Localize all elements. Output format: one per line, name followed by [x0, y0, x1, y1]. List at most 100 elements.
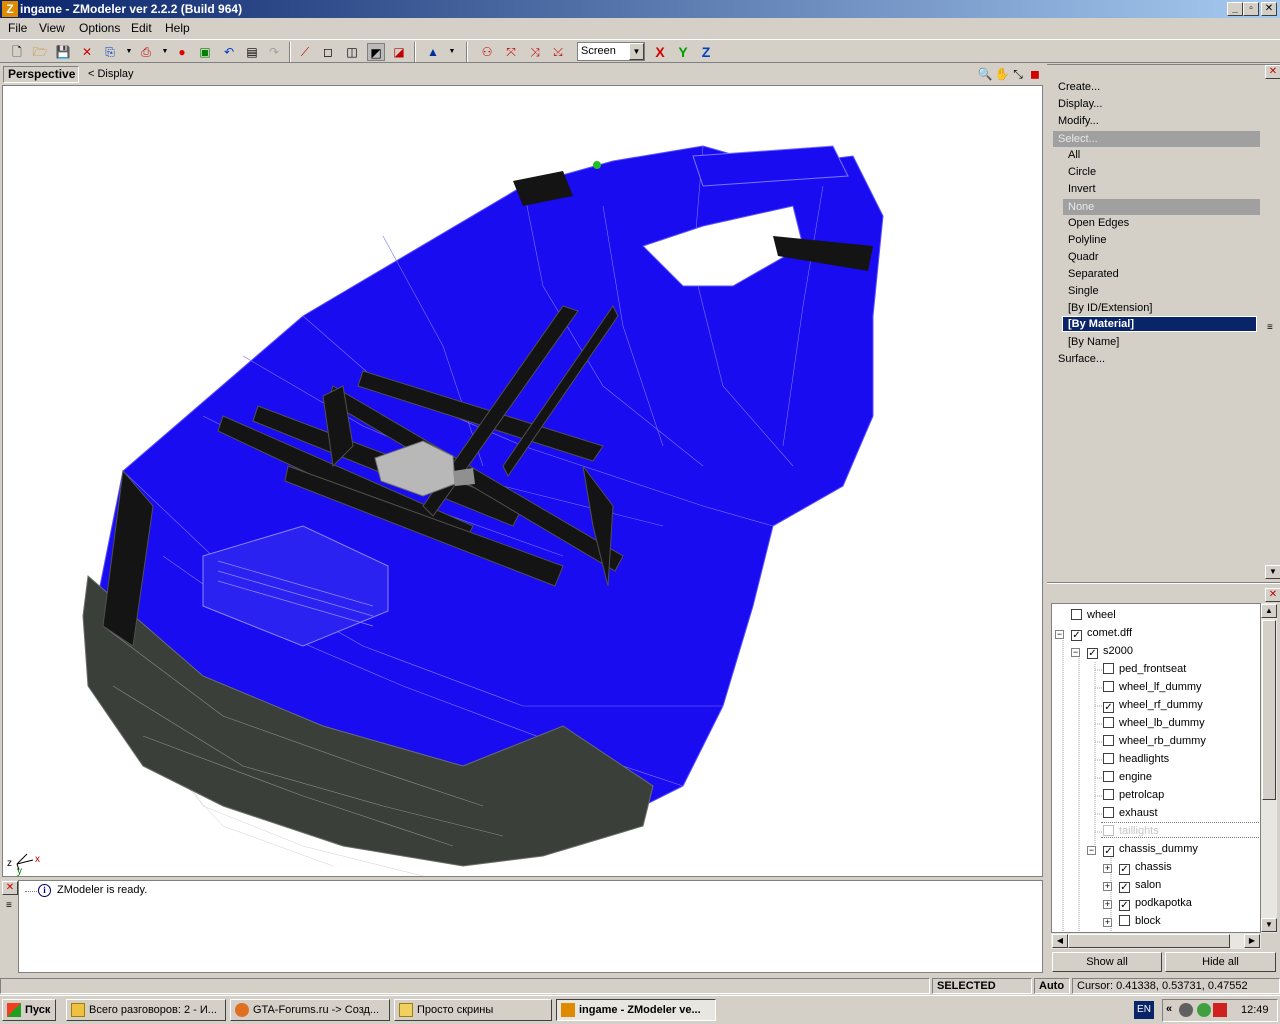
- select-by-material[interactable]: [By Material]: [1062, 316, 1257, 332]
- select-by-id[interactable]: [By ID/Extension]: [1068, 302, 1152, 314]
- properties-icon[interactable]: ▤: [243, 43, 261, 61]
- select-separated[interactable]: Separated: [1068, 268, 1119, 280]
- collapse-icon[interactable]: −: [1055, 630, 1064, 639]
- node-checkbox[interactable]: ✓: [1119, 864, 1130, 875]
- zmodeler-app-icon[interactable]: Z: [2, 1, 18, 17]
- log-grip-icon[interactable]: ≡: [6, 900, 12, 911]
- tree-hscroll-thumb[interactable]: [1068, 934, 1230, 948]
- open-folder-icon[interactable]: 🗁: [31, 43, 49, 61]
- panel-splitter[interactable]: [1047, 582, 1280, 584]
- task-chat[interactable]: Всего разговоров: 2 - И...: [66, 999, 226, 1021]
- node-checkbox[interactable]: [1103, 789, 1114, 800]
- menu-help[interactable]: Help: [165, 21, 190, 35]
- log-close-icon[interactable]: ✕: [2, 881, 18, 895]
- expand-icon[interactable]: +: [1103, 864, 1112, 873]
- snapshot-icon[interactable]: ▣: [196, 43, 214, 61]
- network-icon[interactable]: [1179, 1003, 1193, 1017]
- tree-scroll-left-icon[interactable]: ◀: [1052, 934, 1068, 948]
- axis-x-button[interactable]: X: [651, 43, 669, 61]
- import-dropdown-icon[interactable]: ▼: [120, 43, 138, 61]
- tree-scroll-thumb[interactable]: [1262, 620, 1276, 800]
- node-checkbox[interactable]: [1103, 717, 1114, 728]
- show-all-button[interactable]: Show all: [1052, 952, 1162, 972]
- car-model-render[interactable]: x y z: [3, 86, 1043, 877]
- node-checkbox[interactable]: [1103, 753, 1114, 764]
- task-folder[interactable]: Просто скрины: [394, 999, 552, 1021]
- tree-node-comet-dff[interactable]: ✓ comet.dff: [1071, 625, 1132, 641]
- tree-node-chassis[interactable]: ✓ chassis: [1119, 859, 1172, 875]
- render-icon[interactable]: ●: [173, 43, 191, 61]
- maximize-viewport-icon[interactable]: ◼: [1026, 65, 1044, 83]
- tree-node-headlights[interactable]: headlights: [1103, 751, 1169, 767]
- node-checkbox[interactable]: ✓: [1103, 846, 1114, 857]
- node-checkbox[interactable]: ✓: [1103, 702, 1114, 713]
- select-invert[interactable]: Invert: [1068, 183, 1096, 195]
- display-menu[interactable]: Display...: [1058, 98, 1102, 110]
- tree-close-icon[interactable]: ✕: [1265, 588, 1280, 602]
- node-checkbox[interactable]: [1103, 825, 1114, 836]
- language-indicator[interactable]: EN: [1134, 1001, 1154, 1019]
- create-menu[interactable]: Create...: [1058, 81, 1100, 93]
- node-checkbox[interactable]: [1103, 663, 1114, 674]
- tree-node-podkapotka[interactable]: ✓ podkapotka: [1119, 895, 1192, 911]
- tray-expand-icon[interactable]: «: [1166, 1003, 1172, 1015]
- vertex-mode-icon[interactable]: ⟋: [296, 43, 314, 61]
- menu-edit[interactable]: Edit: [131, 21, 152, 35]
- node-checkbox[interactable]: [1119, 915, 1130, 926]
- face-mode-icon[interactable]: ◻: [319, 43, 337, 61]
- panel-grip-icon[interactable]: ≡: [1267, 322, 1273, 333]
- expand-icon[interactable]: +: [1103, 918, 1112, 927]
- new-file-icon[interactable]: 🗋: [8, 43, 26, 61]
- menu-view[interactable]: View: [39, 21, 65, 35]
- node-checkbox[interactable]: [1103, 681, 1114, 692]
- tree-scroll-up-icon[interactable]: ▲: [1261, 604, 1277, 618]
- menu-options[interactable]: Options: [79, 21, 120, 35]
- expand-icon[interactable]: +: [1103, 882, 1112, 891]
- tree-scroll-down-icon[interactable]: ▼: [1261, 918, 1277, 932]
- tree-node-wheel-rb-dummy[interactable]: wheel_rb_dummy: [1103, 733, 1206, 749]
- select-polyline[interactable]: Polyline: [1068, 234, 1107, 246]
- import-icon[interactable]: ⎘: [101, 43, 119, 61]
- axis-y-button[interactable]: Y: [674, 43, 692, 61]
- axis-z-button[interactable]: Z: [697, 43, 715, 61]
- node-checkbox[interactable]: [1071, 609, 1082, 620]
- redo-icon[interactable]: ↷: [265, 43, 283, 61]
- tree-node-block[interactable]: block: [1119, 913, 1161, 929]
- select-by-name[interactable]: [By Name]: [1068, 336, 1119, 348]
- tree-node-s2000[interactable]: ✓ s2000: [1087, 643, 1133, 659]
- hierarchy-mode-icon[interactable]: ◪: [390, 43, 408, 61]
- collapse-icon[interactable]: −: [1071, 648, 1080, 657]
- pivot-icon[interactable]: ▲: [424, 43, 442, 61]
- node-checkbox[interactable]: [1103, 735, 1114, 746]
- node-checkbox[interactable]: ✓: [1087, 648, 1098, 659]
- menu-file[interactable]: File: [8, 21, 27, 35]
- modify-menu[interactable]: Modify...: [1058, 115, 1099, 127]
- tree-node-wheel-lf-dummy[interactable]: wheel_lf_dummy: [1103, 679, 1202, 695]
- pivot-dropdown-icon[interactable]: ▼: [443, 43, 461, 61]
- undo-icon[interactable]: ↶: [220, 43, 238, 61]
- tree-node-exhaust[interactable]: exhaust: [1103, 805, 1158, 821]
- surface-menu[interactable]: Surface...: [1058, 353, 1105, 365]
- object-mode-icon[interactable]: ◫: [343, 43, 361, 61]
- panel-scroll-down-icon[interactable]: ▼: [1265, 565, 1280, 579]
- lock-axis-icon[interactable]: ⚇: [478, 43, 496, 61]
- tree-scroll-right-icon[interactable]: ▶: [1244, 934, 1260, 948]
- antivirus-icon[interactable]: [1197, 1003, 1211, 1017]
- node-checkbox[interactable]: ✓: [1119, 900, 1130, 911]
- view-mode-select[interactable]: Screen ▼: [577, 42, 645, 61]
- display-link[interactable]: < Display: [88, 68, 134, 80]
- start-button[interactable]: Пуск: [2, 999, 56, 1021]
- select-quadr[interactable]: Quadr: [1068, 251, 1099, 263]
- select-all[interactable]: All: [1068, 149, 1080, 161]
- select-open-edges[interactable]: Open Edges: [1068, 217, 1129, 229]
- axis-lock-yz-icon[interactable]: ⤨: [526, 43, 544, 61]
- save-icon[interactable]: 💾: [54, 43, 72, 61]
- node-checkbox[interactable]: ✓: [1071, 630, 1082, 641]
- 3d-viewport[interactable]: x y z: [2, 85, 1043, 877]
- chevron-down-icon[interactable]: ▼: [629, 43, 644, 60]
- tree-node-salon[interactable]: ✓ salon: [1119, 877, 1161, 893]
- tree-node-wheel[interactable]: wheel: [1071, 607, 1116, 623]
- task-firefox[interactable]: GTA-Forums.ru -> Созд...: [230, 999, 390, 1021]
- tree-node-petrolcap[interactable]: petrolcap: [1103, 787, 1164, 803]
- select-circle[interactable]: Circle: [1068, 166, 1096, 178]
